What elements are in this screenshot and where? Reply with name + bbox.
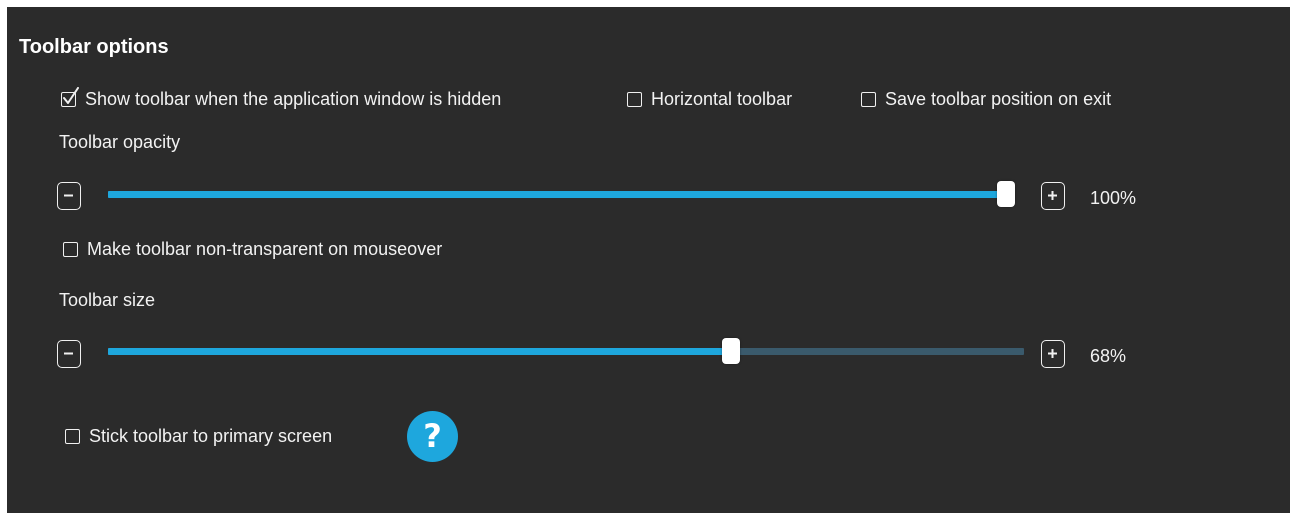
question-mark-icon[interactable]: ? xyxy=(407,411,458,462)
section-title: Toolbar options xyxy=(19,36,169,58)
save-position-checkbox[interactable]: Save toolbar position on exit xyxy=(861,87,1111,111)
non-transparent-label: Make toolbar non-transparent on mouseove… xyxy=(87,239,443,259)
save-position-label: Save toolbar position on exit xyxy=(885,89,1112,109)
opacity-value: 100% xyxy=(1090,188,1137,208)
size-decrease-button[interactable] xyxy=(57,340,81,368)
checkbox-unchecked-icon xyxy=(627,91,642,107)
non-transparent-checkbox[interactable]: Make toolbar non-transparent on mouseove… xyxy=(63,237,442,261)
size-label: Toolbar size xyxy=(59,290,156,310)
opacity-decrease-button[interactable] xyxy=(57,182,81,210)
size-slider-fill xyxy=(108,348,731,355)
checkbox-unchecked-icon xyxy=(861,91,876,107)
size-value: 68% xyxy=(1090,346,1127,366)
horizontal-toolbar-label: Horizontal toolbar xyxy=(651,89,793,109)
checkbox-unchecked-icon xyxy=(65,428,80,444)
opacity-slider[interactable] xyxy=(108,181,1015,207)
stick-primary-checkbox[interactable]: Stick toolbar to primary screen xyxy=(65,424,332,448)
opacity-increase-button[interactable] xyxy=(1041,182,1065,210)
size-slider[interactable] xyxy=(108,338,1024,364)
show-when-hidden-checkbox[interactable]: Show toolbar when the application window… xyxy=(61,86,502,111)
opacity-slider-fill xyxy=(108,191,1015,198)
size-slider-thumb[interactable] xyxy=(721,338,740,364)
checkbox-checked-icon xyxy=(61,86,79,107)
stick-primary-label: Stick toolbar to primary screen xyxy=(89,426,333,446)
opacity-slider-thumb[interactable] xyxy=(997,181,1015,207)
size-increase-button[interactable] xyxy=(1041,340,1065,368)
checkbox-unchecked-icon xyxy=(63,241,78,257)
show-when-hidden-label: Show toolbar when the application window… xyxy=(85,89,502,109)
horizontal-toolbar-checkbox[interactable]: Horizontal toolbar xyxy=(627,87,792,111)
opacity-label: Toolbar opacity xyxy=(59,132,181,152)
